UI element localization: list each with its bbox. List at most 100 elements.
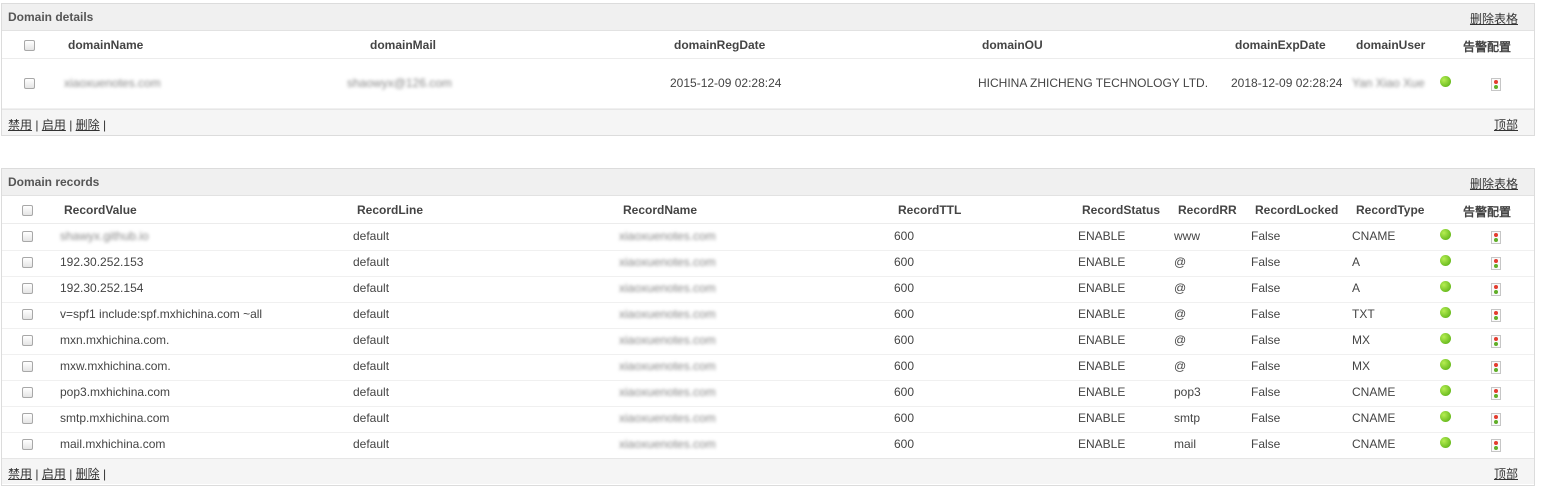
alarm-config-icon[interactable]: [1491, 78, 1501, 91]
column-header: RecordValue: [64, 203, 137, 217]
record-name-cell: xiaoxuenotes.com: [619, 307, 716, 321]
column-header: domainUser: [1356, 38, 1426, 52]
record-ttl-cell: 600: [894, 255, 915, 269]
record-type-cell: MX: [1352, 359, 1370, 373]
record-locked-cell: False: [1251, 229, 1281, 243]
delete-link[interactable]: 删除: [76, 467, 100, 481]
column-header: RecordRR: [1178, 203, 1237, 217]
record-type-cell: CNAME: [1352, 229, 1396, 243]
column-header: domainName: [68, 38, 144, 52]
delete-table-link[interactable]: 删除表格: [1470, 175, 1518, 192]
table-row: mxn.mxhichina.com. default xiaoxuenotes.co…: [2, 328, 1534, 355]
record-line-cell: default: [353, 385, 390, 399]
row-checkbox[interactable]: [22, 283, 33, 294]
record-line-cell: default: [353, 255, 390, 269]
panel-title: Domain records: [8, 175, 100, 189]
select-all-checkbox[interactable]: [22, 205, 33, 216]
table-row: 192.30.252.153 default xiaoxuenotes.com 600…: [2, 250, 1534, 277]
panel-header: Domain records 删除表格: [2, 169, 1534, 196]
row-checkbox[interactable]: [22, 335, 33, 346]
record-value-cell: 192.30.252.153: [60, 255, 144, 269]
row-checkbox[interactable]: [22, 361, 33, 372]
table-row: xiaoxuenotes.com shaowyx@126.com 2015-12…: [2, 59, 1534, 109]
record-rr-cell: pop3: [1174, 385, 1201, 399]
record-rr-cell: @: [1174, 359, 1187, 373]
record-rr-cell: @: [1174, 307, 1187, 321]
disable-link[interactable]: 禁用: [8, 467, 32, 481]
column-header: domainRegDate: [674, 38, 766, 52]
domain-name-cell: xiaoxuenotes.com: [64, 76, 161, 90]
column-header: domainOU: [982, 38, 1043, 52]
separator: |: [103, 467, 107, 481]
table-row: pop3.mxhichina.com default xiaoxuenotes.co…: [2, 380, 1534, 407]
alarm-config-icon[interactable]: [1491, 387, 1501, 400]
alarm-config-header: 告警配置: [1463, 40, 1512, 54]
alarm-config-icon[interactable]: [1491, 231, 1501, 244]
row-checkbox[interactable]: [22, 257, 33, 268]
record-value-cell: mxn.mxhichina.com.: [60, 333, 170, 347]
alarm-config-icon[interactable]: [1491, 361, 1501, 374]
enable-link[interactable]: 启用: [42, 467, 66, 481]
record-status-cell: ENABLE: [1078, 229, 1126, 243]
record-status-cell: ENABLE: [1078, 359, 1126, 373]
alarm-config-icon[interactable]: [1491, 335, 1501, 348]
record-locked-cell: False: [1251, 411, 1281, 425]
alarm-config-icon[interactable]: [1491, 283, 1501, 296]
alarm-config-header: 告警配置: [1463, 205, 1512, 219]
record-ttl-cell: 600: [894, 385, 915, 399]
record-name-cell: xiaoxuenotes.com: [619, 359, 716, 373]
record-value-cell: smtp.mxhichina.com: [60, 411, 170, 425]
column-header: RecordLine: [357, 203, 424, 217]
alarm-config-icon[interactable]: [1491, 309, 1501, 322]
record-status-cell: ENABLE: [1078, 333, 1126, 347]
panel-header: Domain details 删除表格: [2, 4, 1534, 31]
record-name-cell: xiaoxuenotes.com: [619, 229, 716, 243]
alarm-config-icon[interactable]: [1491, 257, 1501, 270]
record-rr-cell: @: [1174, 255, 1187, 269]
record-type-cell: CNAME: [1352, 385, 1396, 399]
record-value-cell: pop3.mxhichina.com: [60, 385, 171, 399]
enable-link[interactable]: 启用: [42, 118, 66, 132]
domain-details-panel: Domain details 删除表格 domainName domainMai…: [1, 3, 1535, 136]
record-type-cell: CNAME: [1352, 437, 1396, 451]
record-ttl-cell: 600: [894, 307, 915, 321]
record-status-cell: ENABLE: [1078, 437, 1126, 451]
record-locked-cell: False: [1251, 359, 1281, 373]
record-status-cell: ENABLE: [1078, 385, 1126, 399]
table-row: smtp.mxhichina.com default xiaoxuenotes.co…: [2, 406, 1534, 433]
record-line-cell: default: [353, 229, 390, 243]
record-value-cell: mxw.mxhichina.com.: [60, 359, 171, 373]
row-checkbox[interactable]: [22, 439, 33, 450]
record-rr-cell: mail: [1174, 437, 1197, 451]
table-row: mxw.mxhichina.com. default xiaoxuenotes.co…: [2, 354, 1534, 381]
table-row: shawyx.github.io default xiaoxuenotes.com 6…: [2, 224, 1534, 251]
row-checkbox[interactable]: [22, 231, 33, 242]
disable-link[interactable]: 禁用: [8, 118, 32, 132]
row-checkbox[interactable]: [22, 387, 33, 398]
panel-footer: 禁用 | 启用 | 删除 | 顶部: [2, 109, 1534, 135]
delete-table-link[interactable]: 删除表格: [1470, 10, 1518, 27]
record-status-cell: ENABLE: [1078, 281, 1126, 295]
record-locked-cell: False: [1251, 307, 1281, 321]
select-all-checkbox[interactable]: [24, 40, 35, 51]
status-dot-icon: [1440, 333, 1451, 344]
record-locked-cell: False: [1251, 255, 1281, 269]
record-rr-cell: smtp: [1174, 411, 1201, 425]
domain-user-cell: Yan Xiao Xue: [1352, 76, 1425, 90]
record-type-cell: TXT: [1352, 307, 1375, 321]
delete-link[interactable]: 删除: [76, 118, 100, 132]
back-to-top-link[interactable]: 顶部: [1494, 465, 1518, 482]
alarm-config-icon[interactable]: [1491, 413, 1501, 426]
row-checkbox[interactable]: [22, 413, 33, 424]
separator: |: [35, 118, 39, 132]
record-locked-cell: False: [1251, 437, 1281, 451]
back-to-top-link[interactable]: 顶部: [1494, 116, 1518, 133]
record-ttl-cell: 600: [894, 437, 915, 451]
alarm-config-icon[interactable]: [1491, 439, 1501, 452]
record-name-cell: xiaoxuenotes.com: [619, 437, 716, 451]
record-rr-cell: www: [1174, 229, 1200, 243]
row-checkbox[interactable]: [24, 78, 35, 89]
record-type-cell: CNAME: [1352, 411, 1396, 425]
record-ttl-cell: 600: [894, 229, 915, 243]
row-checkbox[interactable]: [22, 309, 33, 320]
